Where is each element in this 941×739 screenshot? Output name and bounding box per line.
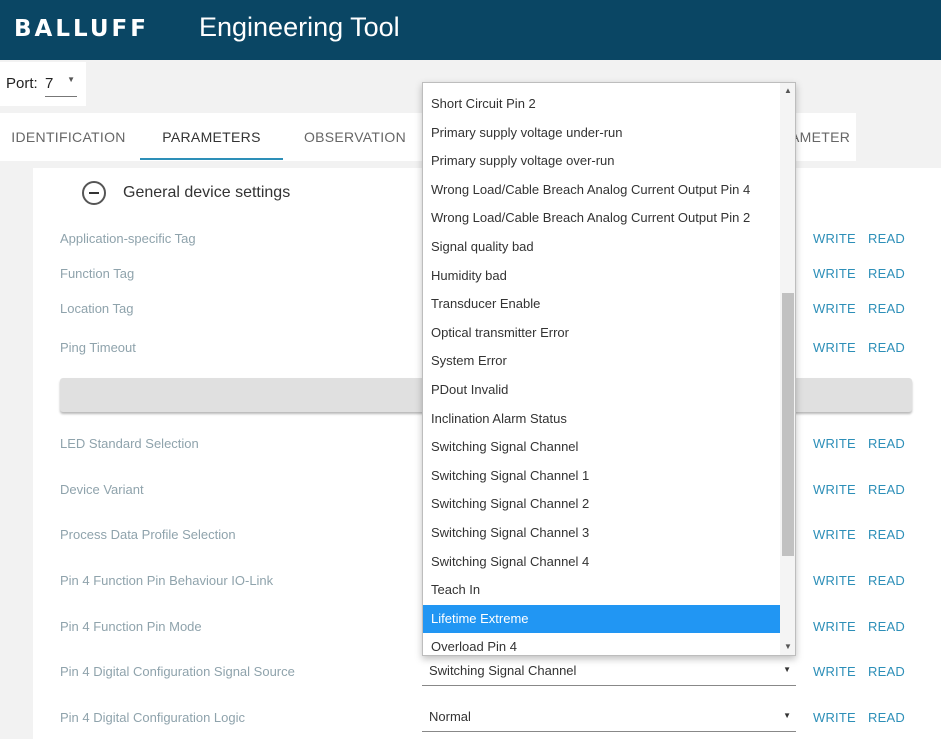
configuration-logic-select[interactable]: Normal ▼ <box>422 702 796 732</box>
tab-parameter-truncated[interactable]: AMETER <box>790 113 856 161</box>
port-select[interactable]: 7 ▼ <box>45 72 77 97</box>
dropdown-option[interactable]: Switching Signal Channel 2 <box>423 490 780 519</box>
write-button[interactable]: WRITE <box>813 436 856 451</box>
dropdown-scrollbar-thumb[interactable] <box>782 293 794 556</box>
active-tab-indicator <box>140 158 283 160</box>
caret-down-icon: ▼ <box>783 711 791 720</box>
read-button[interactable]: READ <box>868 301 905 316</box>
write-button[interactable]: WRITE <box>813 710 856 725</box>
write-button[interactable]: WRITE <box>813 266 856 281</box>
read-button[interactable]: READ <box>868 266 905 281</box>
dropdown-option[interactable]: Wrong Load/Cable Breach Analog Current O… <box>423 176 780 205</box>
write-button[interactable]: WRITE <box>813 231 856 246</box>
dropdown-option[interactable]: Overload Pin 4 <box>423 633 780 655</box>
dropdown-option[interactable]: Teach In <box>423 576 780 605</box>
read-button[interactable]: READ <box>868 619 905 634</box>
dropdown-option[interactable]: Optical transmitter Error <box>423 319 780 348</box>
param-label: Function Tag <box>60 266 135 281</box>
scroll-up-arrow-icon[interactable]: ▲ <box>780 84 795 98</box>
app-header: BALLUFF Engineering Tool <box>0 0 941 60</box>
write-button[interactable]: WRITE <box>813 482 856 497</box>
section-title: General device settings <box>123 184 291 201</box>
read-button[interactable]: READ <box>868 573 905 588</box>
read-button[interactable]: READ <box>868 710 905 725</box>
write-button[interactable]: WRITE <box>813 340 856 355</box>
collapse-minus-icon[interactable] <box>82 181 106 205</box>
write-button[interactable]: WRITE <box>813 573 856 588</box>
param-label: Pin 4 Digital Configuration Signal Sourc… <box>60 664 295 679</box>
dropdown-option[interactable]: Switching Signal Channel 1 <box>423 462 780 491</box>
dropdown-option[interactable]: Wrong Load/Cable Breach Analog Current O… <box>423 204 780 233</box>
configuration-logic-value: Normal <box>429 709 471 724</box>
write-button[interactable]: WRITE <box>813 664 856 679</box>
read-button[interactable]: READ <box>868 664 905 679</box>
tab-identification[interactable]: IDENTIFICATION <box>0 113 137 161</box>
dropdown-option[interactable]: Switching Signal Channel 4 <box>423 548 780 577</box>
read-button[interactable]: READ <box>868 231 905 246</box>
dropdown-option[interactable]: PDout Invalid <box>423 376 780 405</box>
param-label: Pin 4 Function Pin Behaviour IO-Link <box>60 573 274 588</box>
write-button[interactable]: WRITE <box>813 619 856 634</box>
dropdown-option-selected[interactable]: Lifetime Extreme <box>423 604 780 634</box>
dropdown-option[interactable]: Transducer Enable <box>423 290 780 319</box>
param-label: Device Variant <box>60 482 144 497</box>
param-label: Pin 4 Digital Configuration Logic <box>60 710 245 725</box>
param-label: Ping Timeout <box>60 340 136 355</box>
dropdown-option[interactable]: Primary supply voltage under-run <box>423 119 780 148</box>
signal-source-dropdown-list[interactable]: Short Circuit Pin 2 Primary supply volta… <box>422 82 796 656</box>
param-label: LED Standard Selection <box>60 436 199 451</box>
app-title: Engineering Tool <box>199 12 400 42</box>
dropdown-option[interactable]: Primary supply voltage over-run <box>423 147 780 176</box>
balluff-logo: BALLUFF <box>14 16 149 42</box>
dropdown-option[interactable]: Inclination Alarm Status <box>423 405 780 434</box>
read-button[interactable]: READ <box>868 482 905 497</box>
param-label: Pin 4 Function Pin Mode <box>60 619 202 634</box>
param-label: Application-specific Tag <box>60 231 196 246</box>
read-button[interactable]: READ <box>868 527 905 542</box>
signal-source-select[interactable]: Switching Signal Channel ▼ <box>422 656 796 686</box>
dropdown-option[interactable]: Switching Signal Channel 3 <box>423 519 780 548</box>
read-button[interactable]: READ <box>868 436 905 451</box>
read-button[interactable]: READ <box>868 340 905 355</box>
dropdown-option[interactable]: Short Circuit Pin 2 <box>423 90 780 119</box>
write-button[interactable]: WRITE <box>813 527 856 542</box>
port-selector-panel: Port: 7 ▼ <box>0 62 86 106</box>
signal-source-value: Switching Signal Channel <box>429 663 577 678</box>
dropdown-option[interactable]: Signal quality bad <box>423 233 780 262</box>
param-label: Location Tag <box>60 301 134 316</box>
caret-down-icon: ▼ <box>783 665 791 674</box>
param-label: Process Data Profile Selection <box>60 527 236 542</box>
scroll-down-arrow-icon[interactable]: ▼ <box>780 640 795 654</box>
tab-parameters[interactable]: PARAMETERS <box>140 113 283 161</box>
port-value: 7 <box>45 75 54 92</box>
dropdown-option[interactable]: Switching Signal Channel <box>423 433 780 462</box>
dropdown-option[interactable]: Humidity bad <box>423 262 780 291</box>
port-label: Port: <box>6 75 38 92</box>
dropdown-option[interactable]: System Error <box>423 347 780 376</box>
caret-down-icon: ▼ <box>67 75 75 84</box>
tab-observation[interactable]: OBSERVATION <box>290 113 420 161</box>
write-button[interactable]: WRITE <box>813 301 856 316</box>
